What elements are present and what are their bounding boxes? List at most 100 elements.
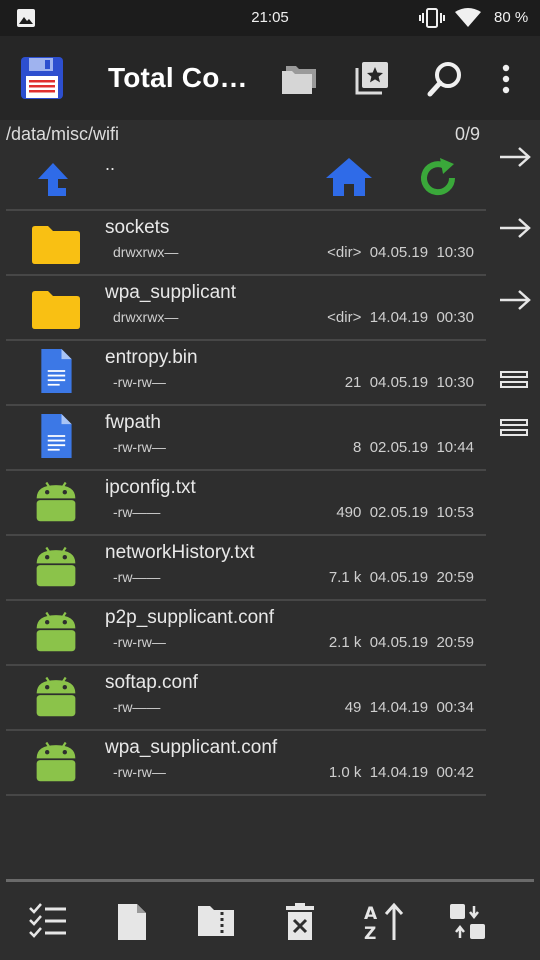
file-time: 10:44 xyxy=(436,439,474,456)
file-time: 00:42 xyxy=(436,764,474,781)
bottom-toolbar: A Z xyxy=(0,882,540,960)
file-row[interactable]: p2p_supplicant.conf -rw-rw— 2.1 k 04.05.19… xyxy=(6,601,486,666)
meta-gap xyxy=(361,244,369,261)
file-name: wpa_supplicant xyxy=(105,282,236,303)
parent-dir-row[interactable]: .. xyxy=(6,146,486,211)
file-row[interactable]: ipconfig.txt -rw—— 490 02.05.19 10:53 xyxy=(6,471,486,536)
arrow-right-icon[interactable] xyxy=(498,146,532,168)
file-date: 14.04.19 xyxy=(369,699,429,716)
equals-icon[interactable] xyxy=(498,418,532,438)
file-size: 1.0 k xyxy=(328,764,362,781)
file-time: 00:34 xyxy=(436,699,474,716)
file-name: fwpath xyxy=(105,412,161,433)
file-permissions: drwxrwx— xyxy=(113,244,179,260)
file-time: 10:30 xyxy=(436,244,474,261)
file-time: 00:30 xyxy=(436,309,474,326)
arrow-right-icon[interactable] xyxy=(498,289,532,311)
overflow-menu-icon[interactable] xyxy=(498,64,514,94)
parent-dir-label: .. xyxy=(105,154,116,174)
select-checklist-icon[interactable] xyxy=(28,902,68,940)
file-date: 14.04.19 xyxy=(369,309,429,326)
file-meta: 21 04.05.19 10:30 xyxy=(345,374,474,391)
file-permissions: -rw-rw— xyxy=(113,374,166,390)
folders-icon[interactable] xyxy=(280,62,320,96)
file-size: <dir> xyxy=(327,244,362,261)
file-name: softap.conf xyxy=(105,672,198,693)
battery-percent: 80 % xyxy=(494,9,529,26)
meta-gap xyxy=(361,569,369,586)
meta-gap xyxy=(361,309,369,326)
file-meta: 49 14.04.19 00:34 xyxy=(345,699,474,716)
file-meta: 1.0 k 14.04.19 00:42 xyxy=(329,764,474,781)
svg-text:Z: Z xyxy=(364,924,376,942)
meta-gap xyxy=(361,439,369,456)
wifi-icon xyxy=(455,8,481,27)
vibrate-icon xyxy=(419,8,445,28)
bookmarks-icon[interactable] xyxy=(354,60,390,96)
file-permissions: -rw—— xyxy=(113,569,161,585)
file-row[interactable]: wpa_supplicant.conf -rw-rw— 1.0 k 14.04.19… xyxy=(6,731,486,796)
app-title: Total Co… xyxy=(108,62,248,93)
meta-gap xyxy=(361,699,369,716)
file-permissions: -rw-rw— xyxy=(113,439,166,455)
file-row[interactable]: entropy.bin -rw-rw— 21 04.05.19 10:30 xyxy=(6,341,486,406)
folder-icon xyxy=(32,291,80,329)
file-size: 49 xyxy=(344,699,362,716)
document-icon xyxy=(41,349,72,393)
current-path[interactable]: /data/misc/wifi xyxy=(6,124,119,145)
android-icon xyxy=(36,546,76,587)
file-time: 20:59 xyxy=(436,634,474,651)
file-size: 7.1 k xyxy=(328,569,362,586)
file-meta: 490 02.05.19 10:53 xyxy=(336,504,474,521)
file-permissions: -rw—— xyxy=(113,699,161,715)
app-toolbar: Total Co… xyxy=(0,36,540,120)
new-file-icon[interactable] xyxy=(116,902,148,942)
file-permissions: -rw-rw— xyxy=(113,764,166,780)
file-permissions: drwxrwx— xyxy=(113,309,179,325)
delete-icon[interactable] xyxy=(284,902,316,942)
document-icon xyxy=(41,414,72,458)
android-icon xyxy=(36,676,76,717)
search-icon[interactable] xyxy=(426,60,464,98)
file-size: 21 xyxy=(344,374,362,391)
file-row[interactable]: fwpath -rw-rw— 8 02.05.19 10:44 xyxy=(6,406,486,471)
up-arrow-icon[interactable] xyxy=(36,162,70,198)
file-permissions: -rw—— xyxy=(113,504,161,520)
zip-folder-icon[interactable] xyxy=(196,902,236,938)
file-meta: 8 02.05.19 10:44 xyxy=(353,439,474,456)
folder-icon xyxy=(32,226,80,264)
file-time: 10:53 xyxy=(436,504,474,521)
file-name: wpa_supplicant.conf xyxy=(105,737,278,758)
file-row[interactable]: sockets drwxrwx— <dir> 04.05.19 10:30 xyxy=(6,211,486,276)
file-meta: 2.1 k 04.05.19 20:59 xyxy=(329,634,474,651)
arrow-right-icon[interactable] xyxy=(498,217,532,239)
android-icon xyxy=(36,481,76,522)
file-time: 20:59 xyxy=(436,569,474,586)
file-size: 490 xyxy=(336,504,362,521)
meta-gap xyxy=(361,504,369,521)
android-icon xyxy=(36,611,76,652)
sort-az-icon[interactable]: A Z xyxy=(362,902,404,942)
file-date: 02.05.19 xyxy=(369,439,429,456)
home-icon[interactable] xyxy=(324,156,374,198)
file-name: entropy.bin xyxy=(105,347,198,368)
meta-gap xyxy=(361,634,369,651)
file-name: ipconfig.txt xyxy=(105,477,196,498)
equals-icon[interactable] xyxy=(498,370,532,390)
android-icon xyxy=(36,741,76,782)
file-name: networkHistory.txt xyxy=(105,542,255,563)
status-bar: 21:05 80 % xyxy=(0,0,540,36)
file-size: <dir> xyxy=(327,309,362,326)
swap-panels-icon[interactable] xyxy=(448,902,488,942)
save-disk-icon[interactable] xyxy=(20,56,64,100)
file-meta: <dir> 14.04.19 00:30 xyxy=(327,309,474,326)
meta-gap xyxy=(361,764,369,781)
file-date: 04.05.19 xyxy=(369,634,429,651)
file-row[interactable]: wpa_supplicant drwxrwx— <dir> 14.04.19 00:… xyxy=(6,276,486,341)
file-meta: <dir> 04.05.19 10:30 xyxy=(327,244,474,261)
file-name: sockets xyxy=(105,217,170,238)
refresh-icon[interactable] xyxy=(416,156,460,200)
file-time: 10:30 xyxy=(436,374,474,391)
file-row[interactable]: networkHistory.txt -rw—— 7.1 k 04.05.19 20… xyxy=(6,536,486,601)
file-row[interactable]: softap.conf -rw—— 49 14.04.19 00:34 xyxy=(6,666,486,731)
